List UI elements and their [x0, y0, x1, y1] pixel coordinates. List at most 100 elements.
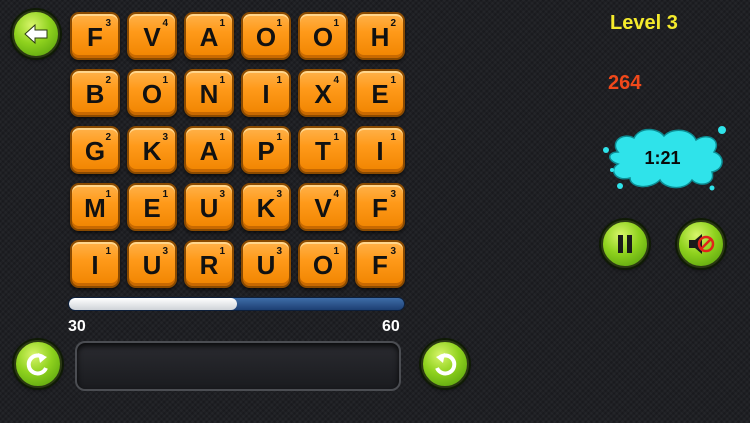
tile-letter: I: [91, 250, 99, 280]
tile-letter: F: [372, 193, 388, 223]
letter-tile[interactable]: F3: [355, 240, 405, 288]
tile-score: 3: [219, 189, 225, 200]
tile-score: 1: [276, 18, 282, 29]
letter-tile[interactable]: E1: [355, 69, 405, 117]
tile-letter: I: [376, 136, 384, 166]
level-label: Level 3: [610, 12, 678, 34]
letter-tile[interactable]: P1: [241, 126, 291, 174]
back-button[interactable]: [12, 10, 60, 58]
letter-tile[interactable]: U3: [241, 240, 291, 288]
tile-score: 3: [276, 189, 282, 200]
letter-tile[interactable]: V4: [298, 183, 348, 231]
tile-letter: X: [314, 79, 332, 109]
letter-tile[interactable]: O1: [298, 12, 348, 60]
tile-letter: B: [85, 79, 105, 109]
letter-tile[interactable]: V4: [127, 12, 177, 60]
tile-letter: A: [199, 22, 219, 52]
letter-tile[interactable]: G2: [70, 126, 120, 174]
tile-letter: N: [199, 79, 219, 109]
tile-letter: E: [371, 79, 389, 109]
tile-score: 3: [162, 246, 168, 257]
word-input[interactable]: [75, 341, 401, 391]
tile-letter: R: [199, 250, 219, 280]
tile-score: 1: [390, 132, 396, 143]
tile-score: 3: [276, 246, 282, 257]
tile-score: 2: [390, 18, 396, 29]
tile-letter: O: [141, 79, 163, 109]
letter-tile[interactable]: I1: [70, 240, 120, 288]
tile-letter: V: [314, 193, 332, 223]
tile-letter: K: [142, 136, 162, 166]
letter-tile[interactable]: M1: [70, 183, 120, 231]
letter-tile[interactable]: I1: [241, 69, 291, 117]
letter-tile[interactable]: X4: [298, 69, 348, 117]
letter-tile[interactable]: I1: [355, 126, 405, 174]
rotate-left-icon: [24, 350, 52, 378]
score-value: 264: [608, 72, 642, 94]
letter-tile[interactable]: R1: [184, 240, 234, 288]
tile-score: 1: [333, 18, 339, 29]
progress-bar: [68, 297, 405, 311]
tile-score: 3: [390, 246, 396, 257]
tile-score: 4: [162, 18, 168, 29]
progress-max-label: 60: [382, 318, 400, 335]
tile-letter: K: [256, 193, 276, 223]
tile-letter: V: [143, 22, 161, 52]
letter-tile[interactable]: E1: [127, 183, 177, 231]
letter-tile[interactable]: O1: [127, 69, 177, 117]
tile-letter: F: [372, 250, 388, 280]
tile-letter: M: [84, 193, 106, 223]
tile-score: 4: [333, 75, 339, 86]
tile-letter: U: [199, 193, 219, 223]
progress-min-label: 30: [68, 318, 86, 335]
submit-button[interactable]: [421, 340, 469, 388]
tile-score: 4: [333, 189, 339, 200]
tile-letter: G: [84, 136, 106, 166]
pause-button[interactable]: [601, 220, 649, 268]
tile-score: 2: [105, 132, 111, 143]
tile-letter: O: [312, 250, 334, 280]
shuffle-button[interactable]: [14, 340, 62, 388]
tile-letter: U: [256, 250, 276, 280]
tile-score: 1: [333, 132, 339, 143]
letter-tile[interactable]: A1: [184, 126, 234, 174]
tile-letter: A: [199, 136, 219, 166]
letter-tile[interactable]: H2: [355, 12, 405, 60]
tile-score: 1: [219, 75, 225, 86]
tile-score: 1: [105, 246, 111, 257]
tile-score: 3: [162, 132, 168, 143]
tile-score: 1: [219, 132, 225, 143]
tile-score: 1: [390, 75, 396, 86]
tile-score: 1: [333, 246, 339, 257]
tile-letter: H: [370, 22, 390, 52]
letter-tile[interactable]: F3: [355, 183, 405, 231]
letter-tile[interactable]: F3: [70, 12, 120, 60]
letter-board: F3V4A1O1O1H2B2O1N1I1X4E1G2K3A1P1T1I1M1E1…: [70, 12, 410, 292]
letter-tile[interactable]: A1: [184, 12, 234, 60]
mute-button[interactable]: [677, 220, 725, 268]
tile-letter: F: [87, 22, 103, 52]
tile-letter: O: [255, 22, 277, 52]
arrow-left-icon: [23, 23, 49, 45]
pause-icon: [615, 233, 635, 255]
tile-score: 3: [390, 189, 396, 200]
progress-fill: [69, 298, 237, 310]
tile-score: 1: [162, 189, 168, 200]
letter-tile[interactable]: O1: [241, 12, 291, 60]
letter-tile[interactable]: K3: [127, 126, 177, 174]
tile-score: 1: [276, 75, 282, 86]
tile-score: 1: [219, 18, 225, 29]
speaker-muted-icon: [686, 231, 716, 257]
letter-tile[interactable]: U3: [127, 240, 177, 288]
tile-score: 1: [219, 246, 225, 257]
tile-score: 2: [105, 75, 111, 86]
letter-tile[interactable]: B2: [70, 69, 120, 117]
letter-tile[interactable]: T1: [298, 126, 348, 174]
letter-tile[interactable]: O1: [298, 240, 348, 288]
letter-tile[interactable]: K3: [241, 183, 291, 231]
tile-letter: I: [262, 79, 270, 109]
letter-tile[interactable]: U3: [184, 183, 234, 231]
tile-score: 3: [105, 18, 111, 29]
letter-tile[interactable]: N1: [184, 69, 234, 117]
tile-letter: T: [315, 136, 331, 166]
